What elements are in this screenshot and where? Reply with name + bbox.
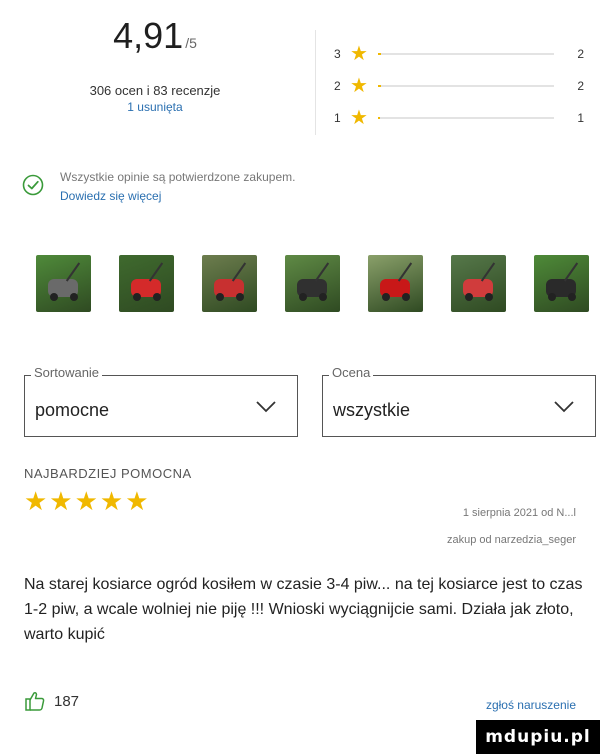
filter-label: Ocena	[329, 365, 374, 380]
like-count: 187	[54, 692, 80, 710]
histogram-fill	[377, 117, 380, 119]
star-icon: ★	[350, 43, 368, 65]
score-value: 4,91	[113, 15, 184, 56]
average-score: 4,91/5	[20, 18, 290, 54]
check-circle-icon	[22, 174, 44, 196]
histogram-fill	[377, 85, 382, 87]
star-icon: ★	[350, 107, 368, 129]
score-max: /5	[185, 35, 197, 51]
review-photo[interactable]	[451, 255, 506, 312]
review-photo[interactable]	[202, 255, 257, 312]
chevron-down-icon	[256, 401, 276, 413]
filter-value: wszystkie	[333, 400, 411, 420]
histogram-count: 2	[577, 79, 584, 93]
review-date-author: 1 sierpnia 2021 od N...l	[462, 507, 576, 519]
learn-more-link[interactable]: Dowiedz się więcej	[60, 187, 295, 206]
photo-gallery	[36, 255, 589, 312]
star-icon: ★	[350, 75, 368, 97]
histogram-count: 1	[577, 111, 584, 125]
review-text: Na starej kosiarce ogród kosiłem w czasi…	[24, 576, 583, 643]
review-rating-stars: ★★★★★	[24, 486, 151, 516]
review-photo[interactable]	[285, 255, 340, 312]
histogram-fill	[377, 53, 382, 55]
sort-value: pomocne	[35, 400, 110, 420]
verified-notice: Wszystkie opinie są potwierdzone zakupem…	[22, 168, 295, 205]
histogram-row[interactable]: 2 ★ 2	[334, 70, 584, 102]
histogram-bar	[377, 85, 554, 87]
histogram-row[interactable]: 3 ★ 2	[334, 38, 584, 70]
rating-filter-select[interactable]: Ocena wszystkie	[322, 365, 596, 437]
histogram-count: 2	[577, 47, 584, 61]
review-photo[interactable]	[36, 255, 91, 312]
histogram-stars: 1	[334, 111, 341, 125]
review-photo[interactable]	[534, 255, 589, 312]
divider	[315, 30, 316, 135]
report-link[interactable]: zgłoś naruszenie	[486, 698, 576, 712]
removed-count: 1 usunięta	[127, 100, 183, 115]
histogram-bar	[377, 117, 554, 119]
sort-label: Sortowanie	[31, 365, 103, 380]
rating-histogram: 3 ★ 2 2 ★ 2 1 ★ 1	[334, 38, 584, 134]
rating-summary: 4,91/5 306 ocen i 83 recenzje 1 usunięta	[20, 18, 290, 115]
section-title: NAJBARDZIEJ POMOCNA	[24, 466, 192, 481]
thumbs-up-icon	[25, 691, 45, 711]
review-photo[interactable]	[119, 255, 174, 312]
histogram-bar	[377, 53, 554, 55]
ratings-count: 306 ocen i 83 recenzje	[89, 83, 221, 98]
review-photo[interactable]	[368, 255, 423, 312]
histogram-row[interactable]: 1 ★ 1	[334, 102, 584, 134]
review-meta: 1 sierpnia 2021 od N...l zakup od narzed…	[447, 500, 576, 554]
histogram-stars: 3	[334, 47, 341, 61]
verified-text: Wszystkie opinie są potwierdzone zakupem…	[60, 170, 296, 184]
chevron-down-icon	[554, 401, 574, 413]
histogram-stars: 2	[334, 79, 341, 93]
watermark-logo: mdupiu.pl	[476, 720, 600, 754]
like-button[interactable]: 187	[24, 690, 79, 712]
sort-select[interactable]: Sortowanie pomocne	[24, 365, 298, 437]
review-shop: zakup od narzedzia_seger	[446, 533, 576, 546]
